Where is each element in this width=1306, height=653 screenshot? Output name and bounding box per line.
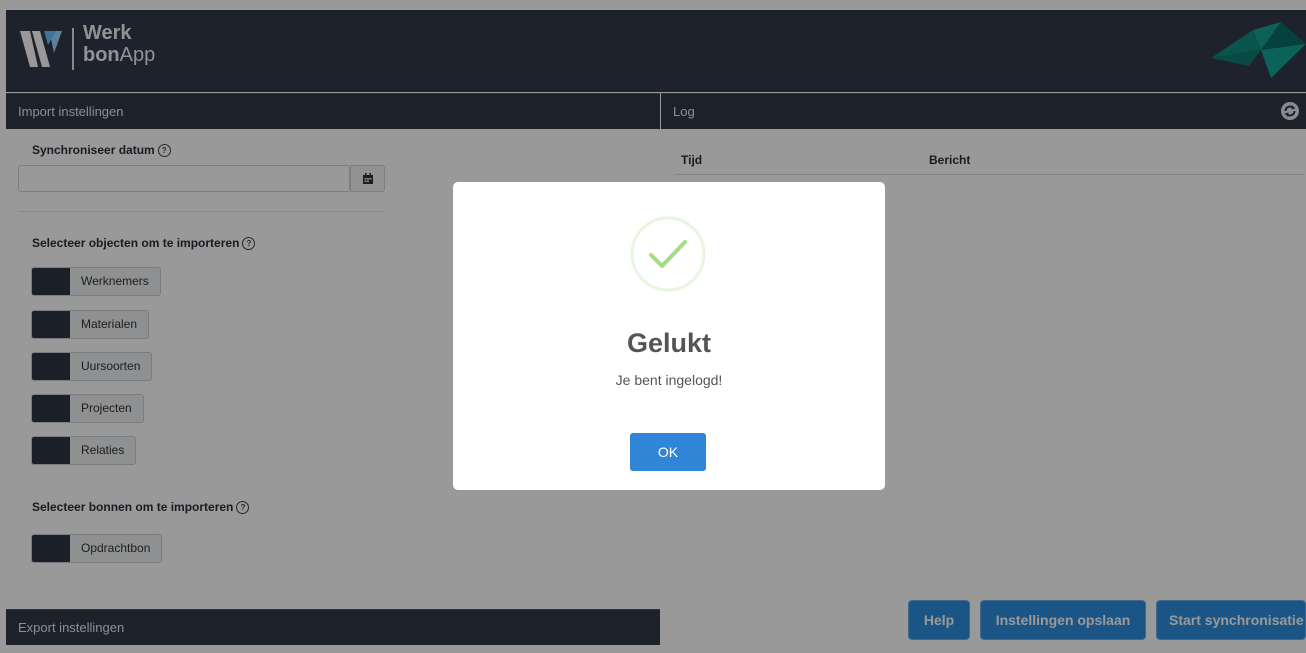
success-checkmark-icon — [630, 216, 706, 292]
success-dialog: Gelukt Je bent ingelogd! OK — [453, 182, 885, 490]
ok-button[interactable]: OK — [630, 433, 706, 471]
dialog-title: Gelukt — [626, 328, 712, 358]
dialog-message: Je bent ingelogd! — [615, 372, 723, 388]
